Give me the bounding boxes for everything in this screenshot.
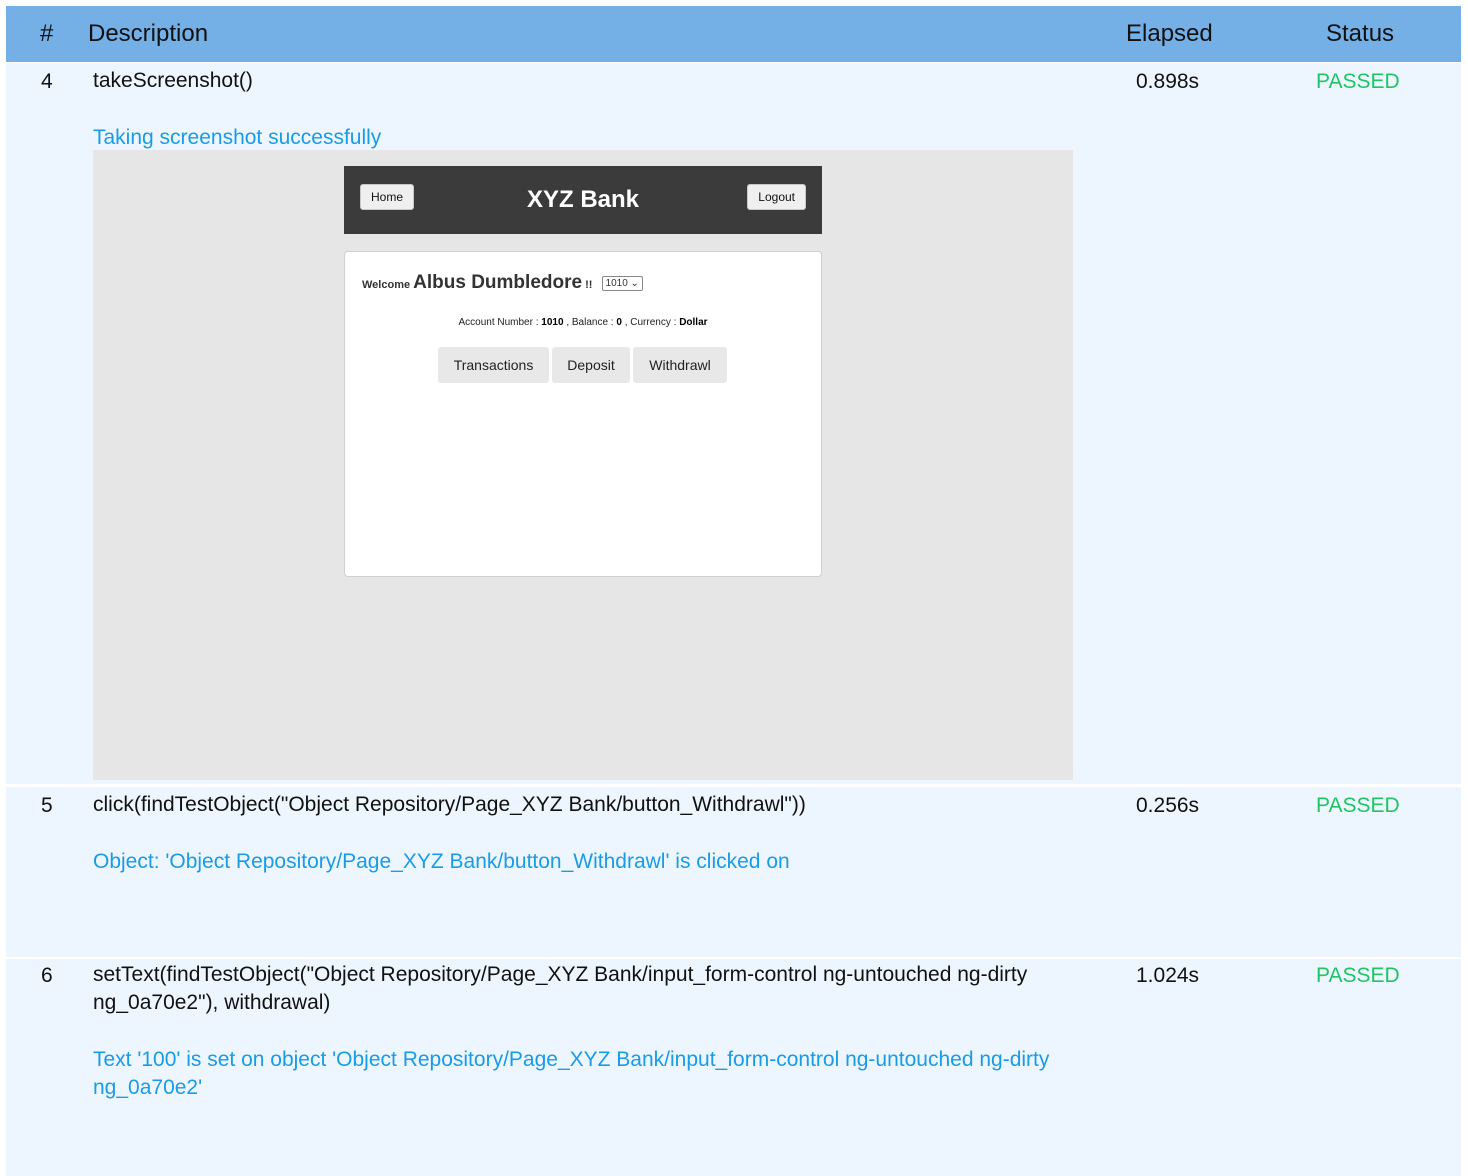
- deposit-button[interactable]: Deposit: [552, 347, 630, 383]
- account-select[interactable]: 1010 ⌄: [601, 276, 643, 291]
- step-elapsed: 1.024s: [1136, 964, 1200, 987]
- table-row: 5 click(findTestObject("Object Repositor…: [6, 787, 1461, 957]
- step-message: Object: 'Object Repository/Page_XYZ Bank…: [93, 850, 790, 873]
- step-status: PASSED: [1316, 70, 1400, 93]
- exclaim: !!: [585, 279, 593, 291]
- step-number: 5: [41, 794, 53, 817]
- embedded-screenshot[interactable]: Home XYZ Bank Logout Welcome Albus Dumbl…: [93, 150, 1073, 780]
- withdrawl-button[interactable]: Withdrawl: [633, 347, 727, 383]
- header-description: Description: [88, 20, 209, 47]
- customer-name: Albus Dumbledore: [413, 272, 583, 293]
- balance: 0: [616, 317, 622, 328]
- header-elapsed: Elapsed: [1126, 20, 1213, 47]
- step-description: takeScreenshot(): [93, 69, 253, 92]
- step-description: setText(findTestObject("Object Repositor…: [93, 963, 1028, 1014]
- table-row: 6 setText(findTestObject("Object Reposit…: [6, 959, 1461, 1176]
- table-row: 4 takeScreenshot() 0.898s PASSED Taking …: [6, 63, 1461, 784]
- currency: Dollar: [679, 317, 708, 328]
- currency-label: , Currency :: [624, 317, 677, 328]
- step-description: click(findTestObject("Object Repository/…: [93, 793, 806, 816]
- step-number: 4: [41, 70, 53, 93]
- test-report: # Description Elapsed Status 4 takeScree…: [6, 6, 1461, 1176]
- step-status: PASSED: [1316, 794, 1400, 817]
- account-select-value: 1010: [605, 278, 628, 289]
- header-status: Status: [1326, 20, 1395, 47]
- welcome-label: Welcome: [362, 279, 411, 291]
- account-number-label: Account Number :: [458, 317, 539, 328]
- step-elapsed: 0.898s: [1136, 70, 1200, 93]
- transactions-button[interactable]: Transactions: [438, 347, 549, 383]
- step-message: Taking screenshot successfully: [93, 126, 382, 149]
- bank-navbar: Home XYZ Bank Logout: [344, 166, 822, 234]
- step-number: 6: [41, 964, 53, 987]
- step-elapsed: 0.256s: [1136, 794, 1200, 817]
- header-num: #: [40, 20, 54, 47]
- balance-label: , Balance :: [566, 317, 614, 328]
- step-message: Text '100' is set on object 'Object Repo…: [93, 1048, 1050, 1099]
- account-info: Account Number : 1010 , Balance : 0 , Cu…: [345, 317, 821, 328]
- welcome-line: Welcome Albus Dumbledore !! 1010 ⌄: [362, 272, 643, 294]
- logout-button[interactable]: Logout: [747, 184, 806, 210]
- account-number: 1010: [541, 317, 564, 328]
- chevron-down-icon: ⌄: [630, 278, 639, 289]
- account-card: Welcome Albus Dumbledore !! 1010 ⌄ Accou…: [344, 251, 822, 577]
- report-header: # Description Elapsed Status: [6, 6, 1461, 62]
- step-status: PASSED: [1316, 964, 1400, 987]
